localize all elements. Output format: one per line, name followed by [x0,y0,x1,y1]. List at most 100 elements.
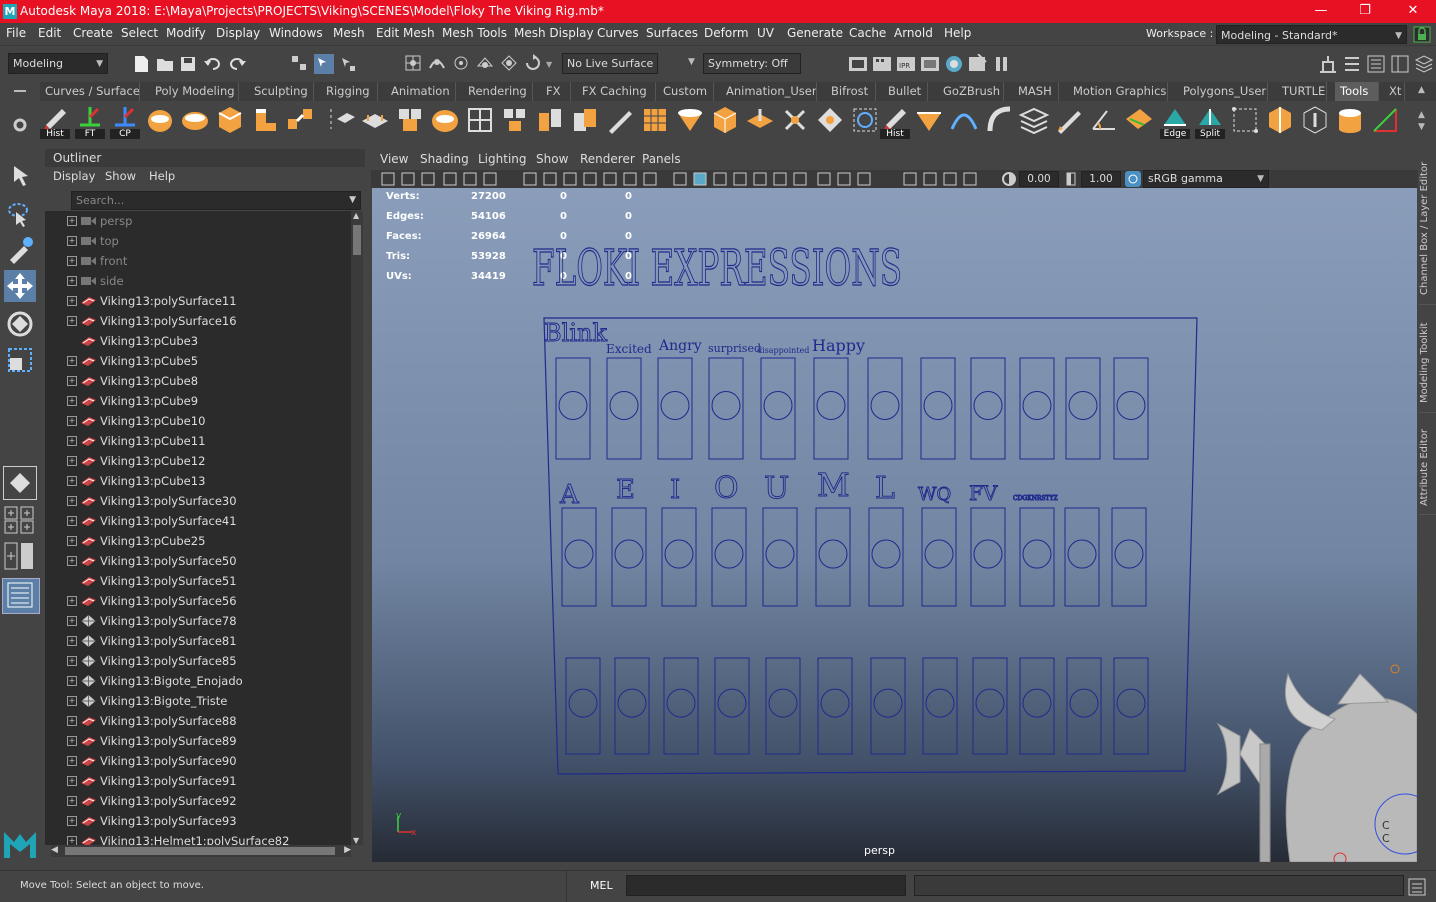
smooth-shade-icon[interactable] [693,172,707,186]
expand-icon[interactable]: + [67,356,77,366]
symmetry-field[interactable]: Symmetry: Off [703,53,801,74]
shelf-tab-xt[interactable]: Xt [1387,82,1405,101]
multi-cut-icon[interactable] [330,109,355,129]
outliner-item[interactable]: + Viking13:polySurface30 [45,491,351,511]
expand-icon[interactable]: + [67,516,77,526]
outliner-layout-button[interactable] [2,578,40,614]
expand-icon[interactable]: + [67,496,77,506]
tool-settings-toggle-icon[interactable] [1367,55,1385,73]
expression-slot[interactable] [1064,507,1100,607]
grease-pencil-icon[interactable] [483,172,497,186]
checker-icon[interactable] [644,109,666,131]
outliner-horizontal-scrollbar[interactable]: ◀ ▶ [51,845,351,857]
select-component-icon[interactable] [342,58,355,71]
expand-icon[interactable]: + [67,236,77,246]
outliner-item[interactable]: + Viking13:polySurface88 [45,711,351,731]
shelf-tab-fx-caching[interactable]: FX Caching [577,82,656,101]
snap-grid-icon[interactable] [405,55,421,71]
poly-disc-icon[interactable] [182,112,208,130]
lasso-tool-icon[interactable] [4,198,36,230]
expression-slot[interactable] [922,657,958,755]
uv-editor-icon[interactable] [1126,109,1152,129]
merge-icon[interactable] [784,109,806,131]
expression-slot[interactable] [920,357,956,460]
measure-icon[interactable] [1373,108,1397,132]
expand-icon[interactable]: + [67,256,77,266]
expression-slot[interactable] [970,507,1006,607]
menu-help[interactable]: Help [944,26,971,40]
gamma-field[interactable]: 1.00 [1081,171,1121,187]
minimize-button[interactable]: — [1298,0,1344,23]
outliner-item[interactable]: + Viking13:pCube5 [45,351,351,371]
film-gate-icon[interactable] [543,172,557,186]
motion-blur-icon[interactable] [817,172,831,186]
outliner-item[interactable]: + Viking13:pCube10 [45,411,351,431]
render-current-frame-icon[interactable] [873,57,891,71]
expression-slot[interactable] [1066,657,1102,755]
move-tool-button[interactable] [4,270,36,302]
snap-view-plane-icon[interactable] [476,57,494,68]
shelf-scroll-arrows-icon[interactable]: ▲ ▼ [1418,109,1425,133]
outliner-menu-display[interactable]: Display [53,169,95,183]
brush-icon[interactable] [609,111,632,134]
outliner-menu-show[interactable]: Show [105,169,136,183]
wireframe-on-shaded-icon[interactable] [713,172,727,186]
expand-icon[interactable]: + [67,836,77,845]
viewport-menu-show[interactable]: Show [536,152,568,166]
ambient-occlusion-icon[interactable] [793,172,807,186]
command-input[interactable] [626,875,906,896]
camera-attributes-icon[interactable] [401,172,415,186]
expression-slot[interactable] [565,657,601,755]
viewport-menu-renderer[interactable]: Renderer [580,152,635,166]
freeze-transforms-button[interactable]: FT [75,105,105,139]
expression-slot[interactable] [606,357,642,460]
use-lights-icon[interactable] [753,172,767,186]
expression-slot[interactable] [765,657,801,755]
separate-icon[interactable] [504,109,525,131]
expression-slot[interactable] [1019,357,1055,460]
safe-title-icon[interactable] [643,172,657,186]
outliner-item[interactable]: + persp [45,211,351,231]
expression-slot[interactable] [867,357,903,460]
shelf-tab-sculpting[interactable]: Sculpting [249,82,314,101]
menu-generate[interactable]: Generate [787,26,843,40]
poly-layers-icon[interactable] [1018,107,1050,135]
bend-icon[interactable] [987,106,1011,132]
outliner-item[interactable]: + Viking13:pCube12 [45,451,351,471]
bookmark-icon[interactable] [421,172,435,186]
isolate-select-icon[interactable] [857,172,871,186]
expand-icon[interactable]: + [67,536,77,546]
hscroll-thumb[interactable] [65,847,335,855]
render-settings-icon[interactable] [849,57,867,71]
outliner-item[interactable]: + front [45,251,351,271]
tab-attribute-editor[interactable]: Attribute Editor [1419,422,1436,515]
expression-slot[interactable] [661,507,697,607]
menu-create[interactable]: Create [73,26,113,40]
script-type-button[interactable]: MEL [590,879,613,892]
outliner-item[interactable]: + Viking13:pCube8 [45,371,351,391]
outliner-item[interactable]: + top [45,231,351,251]
scroll-left-icon[interactable]: ◀ [51,845,58,855]
curve-tool-icon[interactable] [950,113,978,130]
hypershade-icon[interactable] [946,56,962,72]
snap-curve-icon[interactable] [429,59,445,69]
paint-select-tool-icon[interactable] [4,234,36,266]
snap-options-arrow[interactable]: ▼ [546,60,553,69]
outliner-item[interactable]: + Viking13:polySurface81 [45,631,351,651]
expression-slot[interactable] [657,357,693,460]
workspace-dropdown[interactable]: Modeling - Standard* ▼ [1216,25,1407,44]
expand-icon[interactable]: + [67,476,77,486]
script-editor-icon[interactable] [1408,878,1426,896]
extract-icon[interactable] [1303,106,1327,134]
resolution-gate-icon[interactable] [563,172,577,186]
expression-slot[interactable] [1113,357,1149,460]
expression-slot[interactable] [1019,657,1055,755]
undo-icon[interactable] [204,58,220,70]
outliner-item[interactable]: + side [45,271,351,291]
select-tool-icon[interactable] [4,160,36,192]
expand-icon[interactable]: + [67,656,77,666]
poly-torus-icon[interactable] [432,110,458,132]
wireframe-icon[interactable] [673,172,687,186]
expression-slot[interactable] [708,357,744,460]
shelf-tab-rigging[interactable]: Rigging [321,82,378,101]
